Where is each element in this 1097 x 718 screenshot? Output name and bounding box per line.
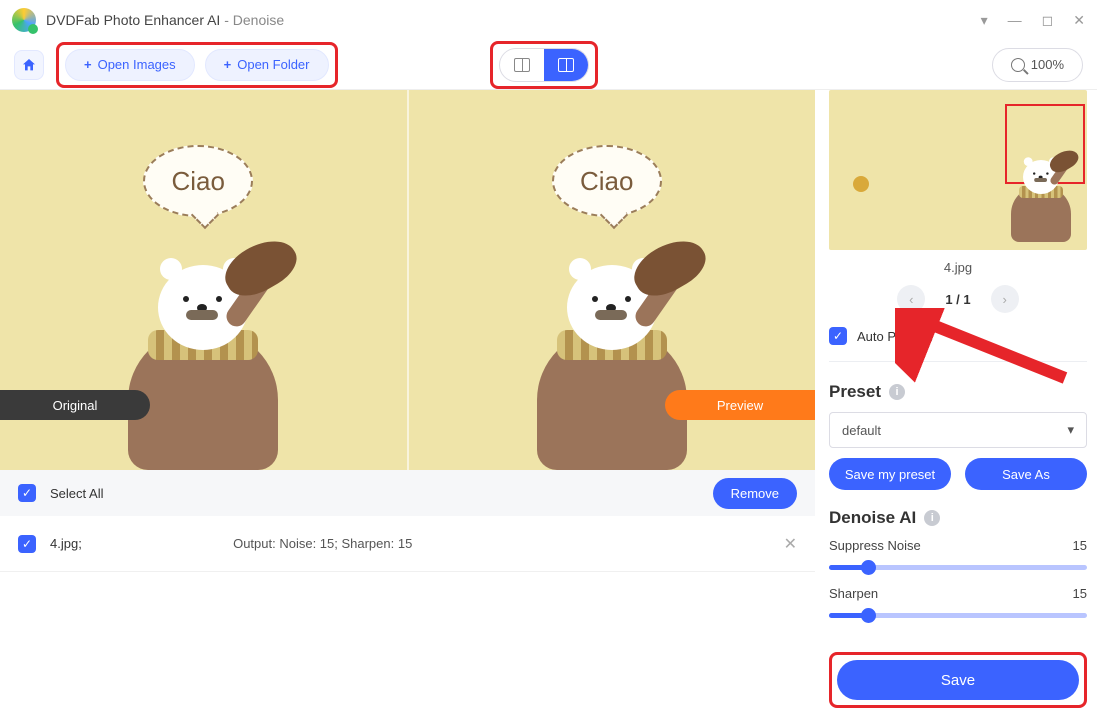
open-images-button[interactable]: + Open Images xyxy=(65,49,195,81)
app-title: DVDFab Photo Enhancer AI - Denoise xyxy=(46,12,284,28)
save-my-preset-button[interactable]: Save my preset xyxy=(829,458,951,490)
close-icon[interactable]: ✕ xyxy=(1073,12,1085,29)
sharpen-row: Sharpen 15 xyxy=(829,586,1087,601)
pager: ‹ 1 / 1 › xyxy=(829,285,1087,313)
sharpen-label: Sharpen xyxy=(829,586,878,601)
magnifier-icon xyxy=(1011,58,1025,72)
speech-bubble: Ciao xyxy=(143,145,253,217)
zoom-control[interactable]: 100% xyxy=(992,48,1083,82)
minimize-icon[interactable]: — xyxy=(1008,12,1022,29)
view-split-button[interactable] xyxy=(544,49,588,81)
suppress-noise-label: Suppress Noise xyxy=(829,538,921,553)
sharpen-slider[interactable] xyxy=(829,613,1087,618)
save-as-button[interactable]: Save As xyxy=(965,458,1087,490)
bubble-text: Ciao xyxy=(580,166,633,197)
info-icon[interactable]: i xyxy=(889,384,905,400)
app-logo xyxy=(12,8,36,32)
titlebar: DVDFab Photo Enhancer AI - Denoise ▾ — ◻… xyxy=(0,0,1097,40)
suppress-noise-slider[interactable] xyxy=(829,565,1087,570)
preset-value: default xyxy=(842,423,881,438)
original-tag: Original xyxy=(0,390,150,420)
plus-icon: + xyxy=(224,57,232,72)
preview-area[interactable]: Ciao Ciao Original Preview xyxy=(0,90,815,470)
app-name: DVDFab Photo Enhancer AI xyxy=(46,12,220,28)
denoise-title: Denoise AIi xyxy=(829,508,1087,528)
main-column: Ciao Ciao Original Preview ✓ Select All … xyxy=(0,90,815,718)
chevron-down-icon: ▾ xyxy=(1067,422,1074,438)
file-checkbox[interactable]: ✓ xyxy=(18,535,36,553)
view-toggle xyxy=(499,48,589,82)
file-remove-icon[interactable]: ✕ xyxy=(784,534,797,554)
auto-preview-label: Auto Preview xyxy=(857,329,934,344)
open-folder-button[interactable]: + Open Folder xyxy=(205,49,329,81)
thumbnail[interactable] xyxy=(829,90,1087,250)
thumbnail-filename: 4.jpg xyxy=(829,260,1087,275)
file-row[interactable]: ✓ 4.jpg; Output: Noise: 15; Sharpen: 15 … xyxy=(0,516,815,572)
open-buttons-highlight: + Open Images + Open Folder xyxy=(56,42,338,88)
app-mode: Denoise xyxy=(233,12,284,28)
pager-prev-button[interactable]: ‹ xyxy=(897,285,925,313)
select-all-label: Select All xyxy=(50,486,103,501)
bear-illustration-mini xyxy=(1003,150,1079,242)
zoom-value: 100% xyxy=(1031,57,1064,72)
save-highlight: Save xyxy=(829,652,1087,708)
open-folder-label: Open Folder xyxy=(237,57,309,72)
preview-tag: Preview xyxy=(665,390,815,420)
speech-bubble: Ciao xyxy=(552,145,662,217)
menu-icon[interactable]: ▾ xyxy=(981,12,988,29)
save-button[interactable]: Save xyxy=(837,660,1079,700)
bear-illustration xyxy=(517,240,707,470)
sharpen-value: 15 xyxy=(1073,586,1087,601)
suppress-noise-row: Suppress Noise 15 xyxy=(829,538,1087,553)
bear-illustration xyxy=(108,240,298,470)
window-controls: ▾ — ◻ ✕ xyxy=(981,12,1085,29)
home-button[interactable] xyxy=(14,50,44,80)
sidebar: 4.jpg ‹ 1 / 1 › ✓ Auto Preview Preseti d… xyxy=(815,90,1097,718)
maximize-icon[interactable]: ◻ xyxy=(1042,12,1054,29)
remove-button[interactable]: Remove xyxy=(713,478,797,509)
view-toggle-highlight xyxy=(490,41,598,89)
bubble-text: Ciao xyxy=(172,166,225,197)
preset-title: Preseti xyxy=(829,382,1087,402)
pager-count: 1 / 1 xyxy=(945,292,970,307)
open-images-label: Open Images xyxy=(98,57,176,72)
file-list-header: ✓ Select All Remove xyxy=(0,470,815,516)
toolbar: + Open Images + Open Folder 100% xyxy=(0,40,1097,90)
suppress-noise-value: 15 xyxy=(1073,538,1087,553)
view-single-button[interactable] xyxy=(500,49,544,81)
single-view-icon xyxy=(514,58,530,72)
select-all-checkbox[interactable]: ✓ xyxy=(18,484,36,502)
plus-icon: + xyxy=(84,57,92,72)
pager-next-button[interactable]: › xyxy=(991,285,1019,313)
info-icon[interactable]: i xyxy=(924,510,940,526)
auto-preview-checkbox[interactable]: ✓ xyxy=(829,327,847,345)
split-view-icon xyxy=(558,58,574,72)
auto-preview-row: ✓ Auto Preview xyxy=(829,323,1087,349)
preset-select[interactable]: default ▾ xyxy=(829,412,1087,448)
file-output: Output: Noise: 15; Sharpen: 15 xyxy=(233,536,412,551)
file-name: 4.jpg; xyxy=(50,536,82,551)
